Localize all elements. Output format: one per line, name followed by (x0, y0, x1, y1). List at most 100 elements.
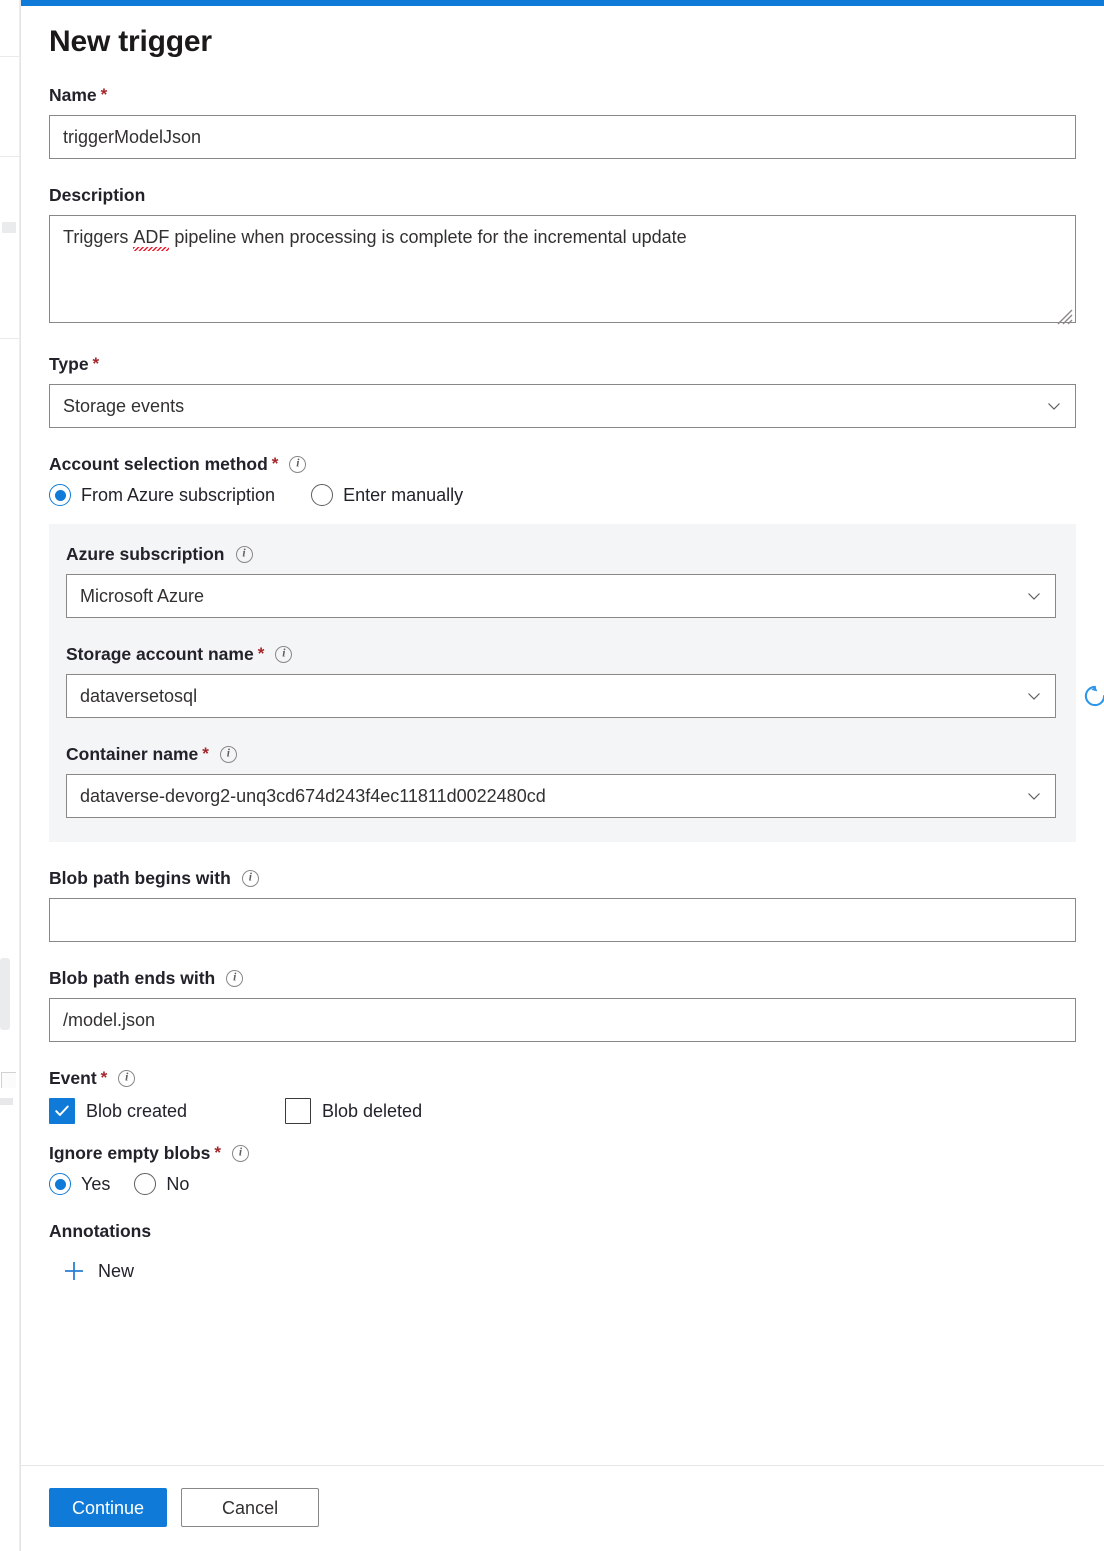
field-account-selection-method: Account selection method * i From Azure … (49, 454, 1076, 506)
container-name-select[interactable]: dataverse-devorg2-unq3cd674d243f4ec11811… (66, 774, 1056, 818)
label-text: Blob path ends with (49, 968, 215, 989)
radio-indicator (49, 484, 71, 506)
blob-path-ends-with-input[interactable] (49, 998, 1076, 1042)
type-select-value: Storage events (63, 396, 1038, 417)
field-blob-path-ends-with: Blob path ends with i (49, 968, 1076, 1042)
field-label-account-selection-method: Account selection method * i (49, 454, 1076, 475)
radio-label: From Azure subscription (81, 485, 275, 506)
field-azure-subscription: Azure subscription i Microsoft Azure (66, 544, 1056, 618)
radio-ignore-empty-blobs-yes[interactable]: Yes (49, 1173, 110, 1195)
field-label-azure-subscription: Azure subscription i (66, 544, 1056, 565)
azure-subscription-value: Microsoft Azure (80, 586, 1018, 607)
label-text: Azure subscription (66, 544, 225, 565)
background-divider (0, 156, 19, 157)
field-label-blob-path-begins-with: Blob path begins with i (49, 868, 1076, 889)
label-text: Container name (66, 744, 198, 765)
storage-account-row: dataversetosql (66, 674, 1056, 718)
background-page-strip (0, 0, 20, 1551)
name-input[interactable] (49, 115, 1076, 159)
field-type: Type * Storage events (49, 354, 1076, 428)
account-selection-radio-group: From Azure subscription Enter manually (49, 484, 1076, 506)
description-textarea[interactable] (49, 215, 1076, 323)
field-description: Description Triggers ADF pipeline when p… (49, 185, 1076, 328)
required-marker: * (101, 1068, 108, 1088)
radio-label: Yes (81, 1174, 110, 1195)
label-text: Storage account name (66, 644, 254, 665)
radio-label: Enter manually (343, 485, 463, 506)
field-label-storage-account-name: Storage account name * i (66, 644, 1056, 665)
label-text: Blob path begins with (49, 868, 231, 889)
field-ignore-empty-blobs: Ignore empty blobs * i Yes No (49, 1143, 1076, 1195)
info-icon[interactable]: i (289, 456, 306, 473)
add-annotation-button[interactable]: New (63, 1260, 134, 1282)
required-marker: * (214, 1143, 221, 1163)
checkbox-blob-created[interactable]: Blob created (49, 1098, 285, 1124)
field-label-annotations: Annotations (49, 1221, 1076, 1242)
field-storage-account-name: Storage account name * i dataversetosql (66, 644, 1056, 718)
chevron-down-icon (1026, 688, 1042, 704)
azure-subscription-select[interactable]: Microsoft Azure (66, 574, 1056, 618)
radio-indicator (49, 1173, 71, 1195)
checkmark-icon (53, 1102, 71, 1120)
checkbox-indicator (285, 1098, 311, 1124)
field-event: Event * i Blob created Blob deleted (49, 1068, 1076, 1124)
radio-ignore-empty-blobs-no[interactable]: No (134, 1173, 189, 1195)
field-label-ignore-empty-blobs: Ignore empty blobs * i (49, 1143, 1076, 1164)
event-checkbox-group: Blob created Blob deleted (49, 1098, 1076, 1124)
required-marker: * (93, 354, 100, 374)
container-name-value: dataverse-devorg2-unq3cd674d243f4ec11811… (80, 786, 1018, 807)
radio-dot (55, 490, 66, 501)
info-icon[interactable]: i (118, 1070, 135, 1087)
background-control-fragment (2, 222, 16, 233)
cancel-button[interactable]: Cancel (181, 1488, 319, 1527)
radio-from-azure-subscription[interactable]: From Azure subscription (49, 484, 275, 506)
storage-account-name-value: dataversetosql (80, 686, 1018, 707)
field-label-type: Type * (49, 354, 1076, 375)
required-marker: * (202, 744, 209, 764)
label-text: Account selection method (49, 454, 268, 475)
background-control-fragment (1, 1072, 16, 1088)
panel-footer: Continue Cancel (21, 1465, 1104, 1551)
plus-icon (63, 1260, 85, 1282)
radio-indicator (134, 1173, 156, 1195)
radio-dot (55, 1179, 66, 1190)
chevron-down-icon (1026, 588, 1042, 604)
refresh-icon[interactable] (1081, 682, 1104, 710)
background-control-fragment (0, 1098, 13, 1105)
field-annotations: Annotations New (49, 1221, 1076, 1287)
azure-subscription-group: Azure subscription i Microsoft Azure Sto… (49, 524, 1076, 842)
page-title: New trigger (49, 25, 1076, 59)
info-icon[interactable]: i (275, 646, 292, 663)
info-icon[interactable]: i (236, 546, 253, 563)
label-text: Description (49, 185, 145, 206)
ignore-empty-blobs-radio-group: Yes No (49, 1173, 1076, 1195)
background-divider (0, 338, 19, 339)
required-marker: * (101, 85, 108, 105)
radio-label: No (166, 1174, 189, 1195)
label-text: Event (49, 1068, 97, 1089)
checkbox-indicator (49, 1098, 75, 1124)
field-label-description: Description (49, 185, 1076, 206)
checkbox-blob-deleted[interactable]: Blob deleted (285, 1098, 422, 1124)
new-trigger-panel: New trigger Name * Description Triggers … (20, 0, 1104, 1551)
info-icon[interactable]: i (232, 1145, 249, 1162)
radio-indicator (311, 484, 333, 506)
blob-path-begins-with-input[interactable] (49, 898, 1076, 942)
label-text: Name (49, 85, 97, 106)
radio-enter-manually[interactable]: Enter manually (311, 484, 463, 506)
field-blob-path-begins-with: Blob path begins with i (49, 868, 1076, 942)
label-text: Ignore empty blobs (49, 1143, 210, 1164)
label-text: Type (49, 354, 89, 375)
chevron-down-icon (1046, 398, 1062, 414)
continue-button[interactable]: Continue (49, 1488, 167, 1527)
info-icon[interactable]: i (226, 970, 243, 987)
background-divider (0, 56, 19, 57)
storage-account-name-select[interactable]: dataversetosql (66, 674, 1056, 718)
info-icon[interactable]: i (220, 746, 237, 763)
required-marker: * (258, 644, 265, 664)
field-label-blob-path-ends-with: Blob path ends with i (49, 968, 1076, 989)
info-icon[interactable]: i (242, 870, 259, 887)
type-select[interactable]: Storage events (49, 384, 1076, 428)
background-scrollbar (0, 958, 10, 1030)
field-container-name: Container name * i dataverse-devorg2-unq… (66, 744, 1056, 818)
